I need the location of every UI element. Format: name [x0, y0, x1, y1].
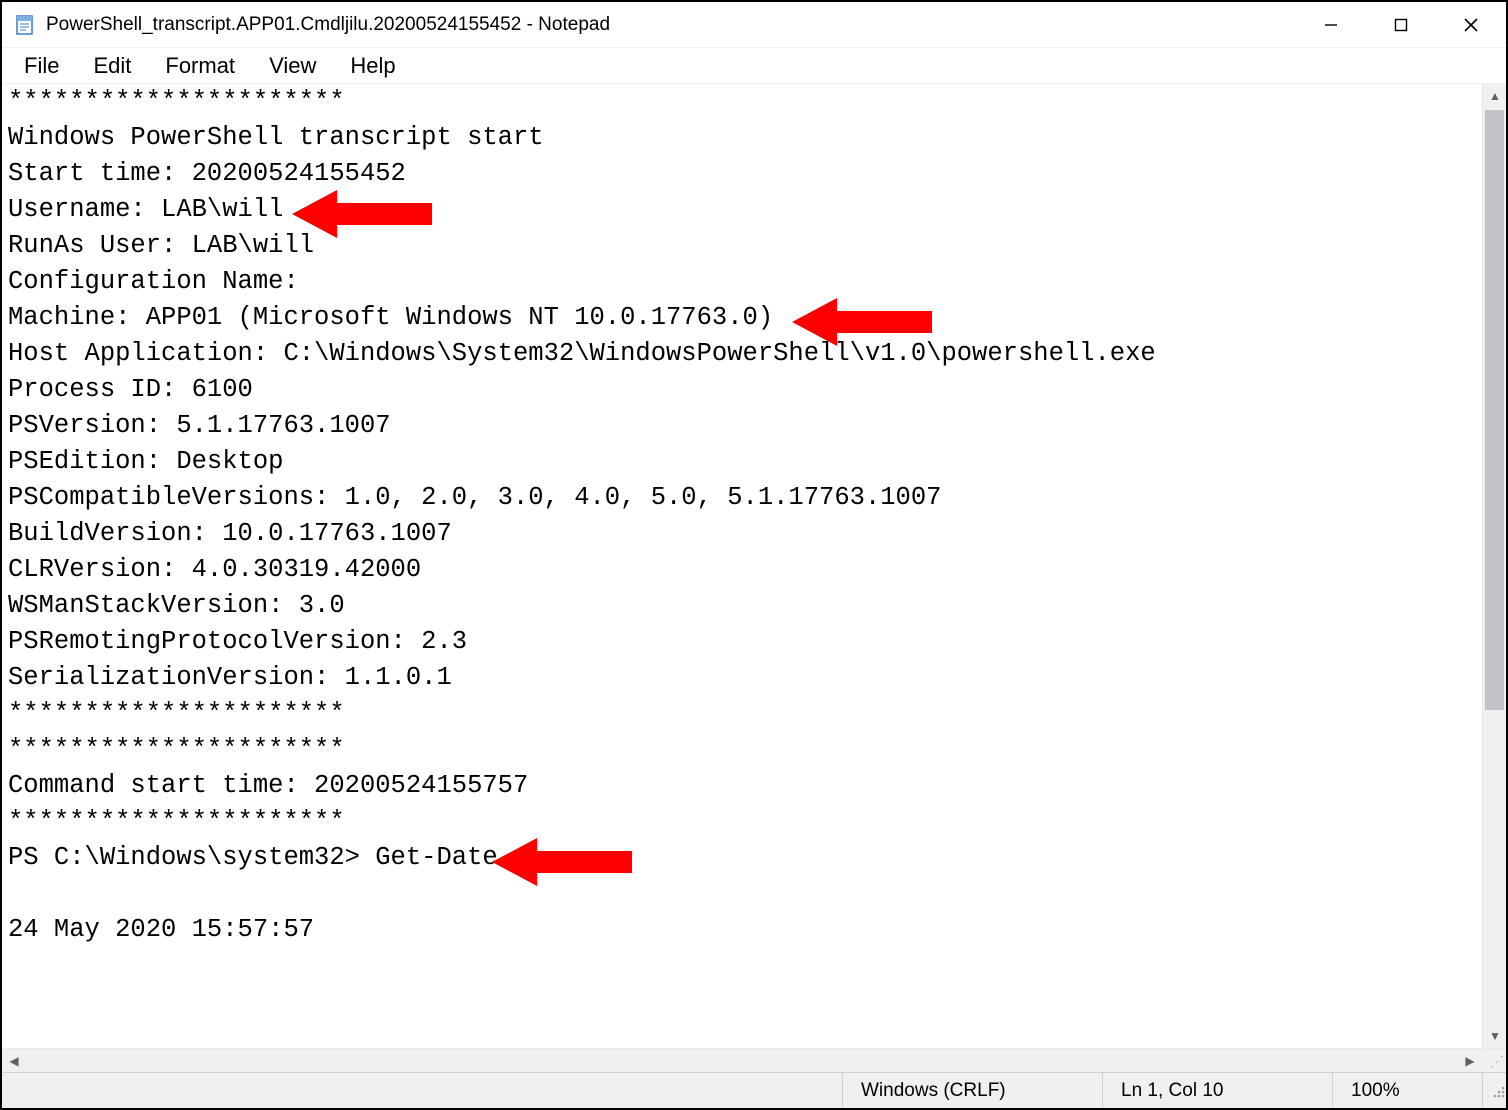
scroll-left-icon[interactable]: ◀ [2, 1049, 26, 1073]
horizontal-scrollbar[interactable]: ◀ ▶ [2, 1048, 1482, 1072]
maximize-button[interactable] [1366, 2, 1436, 48]
status-line-ending: Windows (CRLF) [842, 1073, 1102, 1108]
notepad-window: PowerShell_transcript.APP01.Cmdljilu.202… [2, 2, 1506, 1108]
scroll-up-icon[interactable]: ▲ [1483, 84, 1506, 108]
titlebar: PowerShell_transcript.APP01.Cmdljilu.202… [2, 2, 1506, 48]
size-grip-icon[interactable]: ⋰ [1482, 1048, 1506, 1072]
text-editor[interactable]: ********************** Windows PowerShel… [2, 84, 1482, 1048]
status-position: Ln 1, Col 10 [1102, 1073, 1332, 1108]
scroll-down-icon[interactable]: ▼ [1483, 1024, 1506, 1048]
menu-help[interactable]: Help [336, 51, 409, 81]
menu-edit[interactable]: Edit [79, 51, 145, 81]
minimize-button[interactable] [1296, 2, 1366, 48]
menu-file[interactable]: File [10, 51, 73, 81]
menu-format[interactable]: Format [151, 51, 249, 81]
content-wrap: ********************** Windows PowerShel… [2, 84, 1506, 1048]
scroll-thumb[interactable] [1485, 110, 1504, 710]
close-button[interactable] [1436, 2, 1506, 48]
scroll-right-icon[interactable]: ▶ [1458, 1049, 1482, 1073]
menu-view[interactable]: View [255, 51, 330, 81]
status-empty [2, 1073, 842, 1108]
window-title: PowerShell_transcript.APP01.Cmdljilu.202… [46, 14, 610, 36]
status-grip-icon [1482, 1073, 1506, 1108]
notepad-icon [14, 14, 36, 36]
statusbar: Windows (CRLF) Ln 1, Col 10 100% [2, 1072, 1506, 1108]
status-zoom: 100% [1332, 1073, 1482, 1108]
vertical-scrollbar[interactable]: ▲ ▼ [1482, 84, 1506, 1048]
hscroll-row: ◀ ▶ ⋰ [2, 1048, 1506, 1072]
menubar: File Edit Format View Help [2, 48, 1506, 84]
